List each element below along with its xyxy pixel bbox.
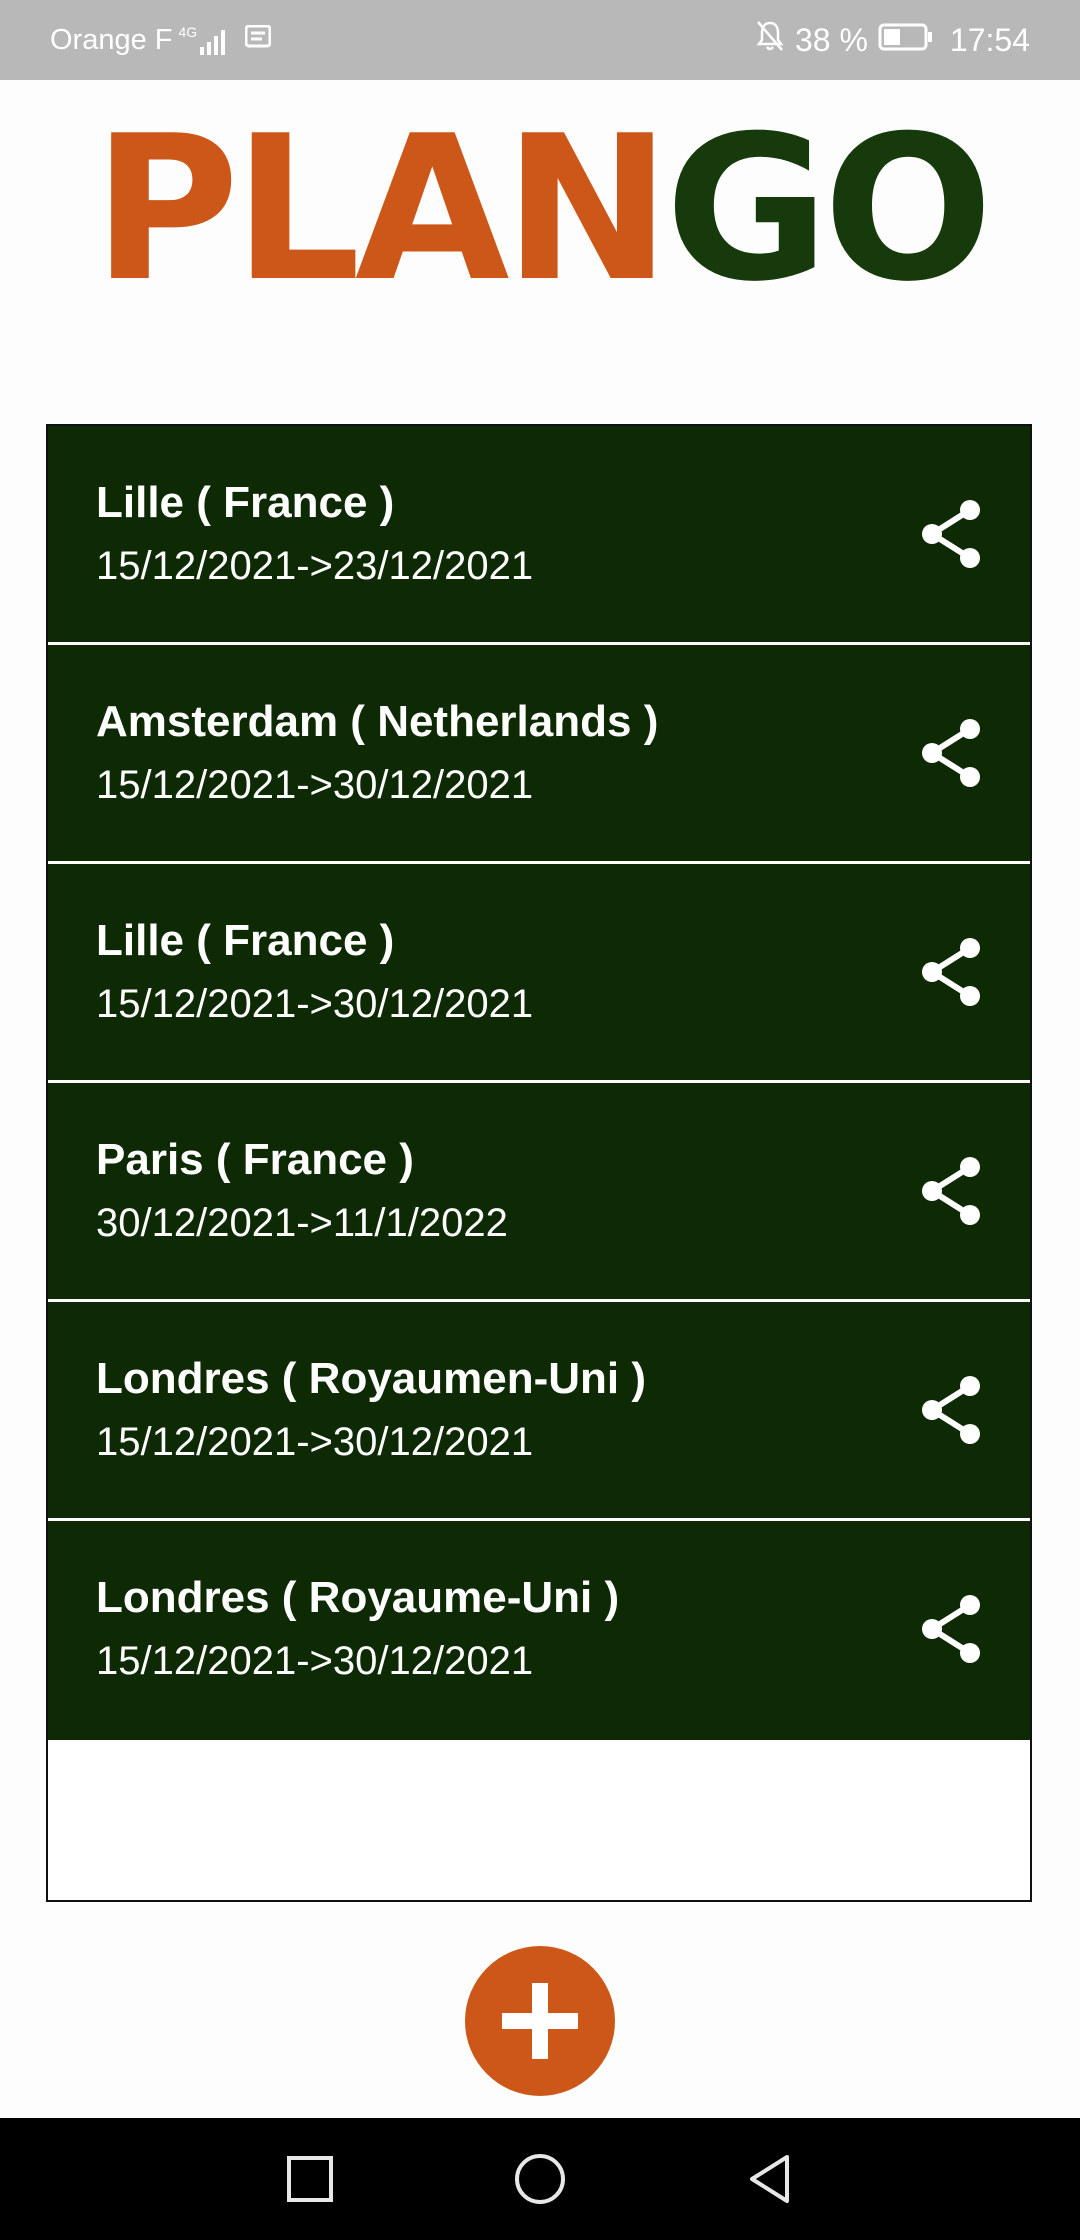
trip-list-item[interactable]: Lille ( France ) 15/12/2021->23/12/2021 — [48, 426, 1030, 645]
network-signal-icon: 4G — [179, 25, 226, 55]
share-icon[interactable] — [914, 1591, 990, 1667]
trip-dates-label: 15/12/2021->23/12/2021 — [96, 544, 534, 588]
battery-percent-label: 38 % — [794, 21, 868, 58]
add-trip-button[interactable] — [465, 1946, 615, 2096]
trip-list-item[interactable]: Londres ( Royaumen-Uni ) 15/12/2021->30/… — [48, 1302, 1030, 1521]
trip-city-label: Londres ( Royaume-Uni ) — [96, 1573, 620, 1622]
system-nav-bar — [0, 2118, 1080, 2240]
network-type-label: 4G — [178, 24, 198, 40]
share-icon[interactable] — [914, 715, 990, 791]
square-icon[interactable] — [280, 2149, 340, 2209]
share-icon[interactable] — [914, 1372, 990, 1448]
clock-label: 17:54 — [949, 21, 1030, 58]
status-bar: Orange F 4G 38 % 17:54 — [0, 0, 1080, 80]
share-icon[interactable] — [914, 1153, 990, 1229]
trip-list-item[interactable]: Amsterdam ( Netherlands ) 15/12/2021->30… — [48, 645, 1030, 864]
trip-dates-label: 15/12/2021->30/12/2021 — [96, 1420, 534, 1464]
trip-dates-label: 15/12/2021->30/12/2021 — [96, 763, 534, 807]
trip-dates-label: 15/12/2021->30/12/2021 — [96, 1639, 534, 1683]
trip-city-label: Lille ( France ) — [96, 916, 395, 965]
trip-city-label: Londres ( Royaumen-Uni ) — [96, 1354, 647, 1403]
status-right: 38 % 17:54 — [755, 0, 1030, 80]
trip-list-item[interactable]: Paris ( France ) 30/12/2021->11/1/2022 — [48, 1083, 1030, 1302]
logo-go-text: GO — [665, 93, 993, 326]
app-logo: PLANGO — [0, 110, 1080, 310]
plus-icon — [502, 1983, 578, 2059]
logo-plan-text: PLAN — [92, 93, 671, 326]
trip-city-label: Lille ( France ) — [96, 478, 395, 527]
trip-city-label: Paris ( France ) — [96, 1135, 414, 1184]
trip-list[interactable]: Lille ( France ) 15/12/2021->23/12/2021 … — [46, 424, 1032, 1902]
message-notification-icon — [244, 24, 272, 57]
battery-icon — [878, 22, 934, 59]
share-icon[interactable] — [914, 496, 990, 572]
triangle-back-icon[interactable] — [740, 2149, 800, 2209]
trip-list-item[interactable]: Lille ( France ) 15/12/2021->30/12/2021 — [48, 864, 1030, 1083]
carrier-label: Orange F — [50, 23, 173, 56]
share-icon[interactable] — [914, 934, 990, 1010]
screen: Orange F 4G 38 % 17:54 PLANGO Lille (Fr… — [0, 0, 1080, 2240]
circle-icon[interactable] — [510, 2149, 570, 2209]
status-left: Orange F 4G — [50, 0, 272, 80]
trip-dates-label: 30/12/2021->11/1/2022 — [96, 1201, 508, 1245]
muted-bell-icon — [755, 20, 785, 60]
trip-list-item[interactable]: Londres ( Royaume-Uni ) 15/12/2021->30/1… — [48, 1521, 1030, 1740]
trip-dates-label: 15/12/2021->30/12/2021 — [96, 982, 534, 1026]
trip-city-label: Amsterdam ( Netherlands ) — [96, 697, 659, 746]
